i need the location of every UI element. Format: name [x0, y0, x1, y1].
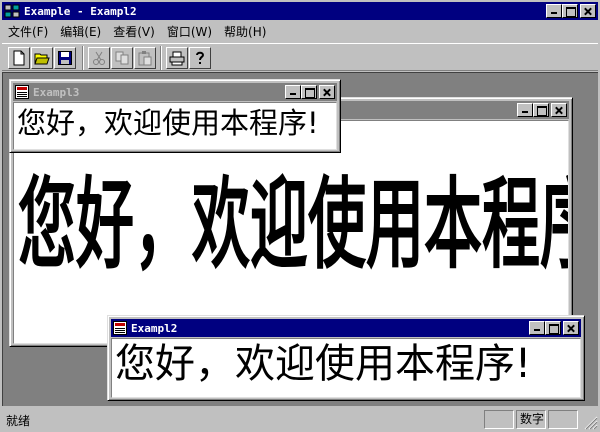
new-file-icon	[13, 50, 25, 66]
maximize-icon[interactable]	[533, 103, 549, 117]
greeting-text-exampl2: 您好，欢迎使用本程序!	[115, 341, 532, 387]
status-pane-3	[548, 410, 578, 429]
app-icon[interactable]	[4, 4, 20, 18]
menu-window[interactable]: 窗口(W)	[161, 23, 218, 41]
child-exampl2-title: Exampl2	[131, 321, 178, 335]
toolbar-separator	[160, 46, 162, 70]
open-button[interactable]	[31, 47, 53, 69]
menu-file[interactable]: 文件(F)	[2, 23, 54, 41]
help-button[interactable]	[189, 47, 211, 69]
main-caption-buttons	[546, 4, 596, 18]
status-text: 就绪	[6, 414, 31, 428]
print-button[interactable]	[166, 47, 188, 69]
main-window: Example - Exampl2 文件(F) 编辑(E) 查看(V) 窗口(W…	[0, 0, 600, 432]
close-icon[interactable]	[551, 103, 567, 117]
help-icon	[196, 51, 205, 64]
main-title-bar[interactable]: Example - Exampl2	[2, 2, 598, 20]
child-window-exampl2[interactable]: Exampl2 您好，欢迎使用本程序!	[107, 315, 585, 401]
copy-icon	[115, 51, 129, 65]
child-window-exampl3[interactable]: Exampl3 您好，欢迎使用本程序!	[9, 79, 341, 153]
toolbar	[2, 43, 598, 71]
status-pane-1	[484, 410, 514, 429]
cut-icon	[93, 51, 105, 65]
print-icon	[169, 51, 185, 66]
menu-edit[interactable]: 编辑(E)	[54, 23, 107, 41]
toolbar-separator	[82, 46, 84, 70]
document-icon[interactable]	[15, 85, 29, 99]
resize-grip-icon[interactable]	[584, 416, 598, 430]
close-icon[interactable]	[563, 321, 579, 335]
minimize-icon[interactable]	[517, 103, 533, 117]
greeting-text-exampl3: 您好，欢迎使用本程序!	[17, 106, 319, 140]
main-title: Example - Exampl2	[24, 4, 137, 18]
open-folder-icon	[34, 53, 50, 65]
child-exampl3-caption-buttons	[285, 85, 335, 99]
child-large-client: 您好，欢迎使用本程序!	[13, 120, 569, 344]
child-exampl3-client: 您好，欢迎使用本程序!	[13, 102, 337, 150]
copy-button[interactable]	[111, 47, 133, 69]
child-large-caption-buttons	[517, 103, 567, 117]
save-disk-icon	[58, 51, 72, 65]
menu-bar: 文件(F) 编辑(E) 查看(V) 窗口(W) 帮助(H)	[0, 22, 600, 42]
minimize-icon[interactable]	[546, 4, 562, 18]
close-icon[interactable]	[580, 4, 596, 18]
minimize-icon[interactable]	[529, 321, 545, 335]
save-button[interactable]	[54, 47, 76, 69]
minimize-icon[interactable]	[285, 85, 301, 99]
greeting-text-large: 您好，欢迎使用本程序!	[18, 166, 569, 283]
maximize-icon[interactable]	[301, 85, 317, 99]
menu-view[interactable]: 查看(V)	[107, 23, 161, 41]
close-icon[interactable]	[319, 85, 335, 99]
document-icon[interactable]	[113, 321, 127, 335]
status-pane-num: 数字	[516, 410, 546, 429]
child-exampl2-caption-buttons	[529, 321, 579, 335]
cut-button[interactable]	[88, 47, 110, 69]
status-bar: 就绪 数字	[0, 408, 600, 432]
new-file-button[interactable]	[8, 47, 30, 69]
paste-button[interactable]	[134, 47, 156, 69]
menu-help[interactable]: 帮助(H)	[218, 23, 272, 41]
child-exampl3-title-bar[interactable]: Exampl3	[13, 83, 337, 101]
child-exampl2-client: 您好，欢迎使用本程序!	[111, 338, 581, 398]
child-exampl2-title-bar[interactable]: Exampl2	[111, 319, 581, 337]
paste-icon	[138, 51, 152, 66]
maximize-icon[interactable]	[562, 4, 578, 18]
child-exampl3-title: Exampl3	[33, 85, 80, 99]
mdi-client-area: 您好，欢迎使用本程序! Exampl3 您好，欢迎使用本程序! Exampl2 …	[2, 72, 598, 406]
maximize-icon[interactable]	[545, 321, 561, 335]
